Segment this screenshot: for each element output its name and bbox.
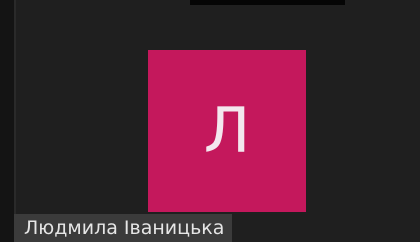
participant-name-label: Людмила Іваницька — [14, 214, 233, 242]
tile-left-edge — [0, 0, 14, 242]
top-bar — [190, 0, 345, 5]
participant-video-tile[interactable]: Л Людмила Іваницька — [0, 0, 420, 242]
participant-avatar: Л — [148, 50, 306, 212]
tile-divider — [14, 0, 16, 242]
avatar-initial: Л — [203, 94, 251, 167]
